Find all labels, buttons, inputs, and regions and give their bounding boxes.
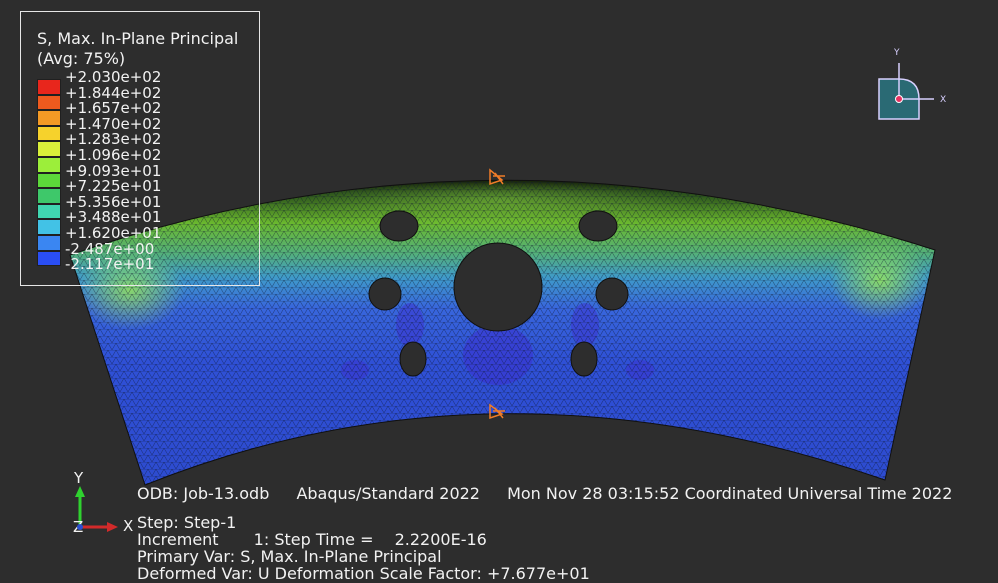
view-cube[interactable]: Y X (868, 46, 958, 126)
legend-value: -2.117e+01 (65, 255, 155, 274)
legend-swatch (37, 188, 61, 204)
legend-swatch (37, 219, 61, 235)
triad-x-label: X (123, 517, 133, 535)
deformed-variable: Deformed Var: U Deformation Scale Factor… (137, 564, 590, 583)
legend-values: +2.030e+02 +1.844e+02 +1.657e+02 +1.470e+02… (65, 69, 161, 274)
view-cube-origin (895, 95, 903, 103)
legend-swatch (37, 125, 61, 142)
step-time: 2.2200E-16 (394, 530, 487, 549)
legend-swatch (37, 172, 61, 189)
legend-swatch (37, 110, 61, 126)
increment-value: 1: Step Time = (253, 530, 374, 549)
legend-swatch (37, 250, 61, 267)
axis-triad: Y Z X (73, 470, 133, 536)
contour-legend[interactable]: S, Max. In-Plane Principal (Avg: 75%) +2… (20, 11, 260, 286)
legend-swatch (37, 141, 61, 157)
timestamp: Mon Nov 28 03:15:52 Coordinated Universa… (507, 484, 953, 503)
odb-info-line: ODB: Job-13.odb Abaqus/Standard 2022 Mon… (137, 485, 952, 502)
legend-swatch (37, 203, 61, 220)
viewport[interactable]: S, Max. In-Plane Principal (Avg: 75%) +2… (0, 0, 998, 583)
legend-swatch (37, 94, 61, 111)
view-cube-x-label: X (940, 95, 946, 105)
legend-title: S, Max. In-Plane Principal (37, 29, 239, 48)
legend-swatches (37, 79, 61, 267)
primary-variable: Primary Var: S, Max. In-Plane Principal (137, 547, 442, 566)
legend-swatch (37, 234, 61, 251)
increment-label: Increment (137, 530, 219, 549)
view-cube-y-label: Y (893, 48, 900, 58)
legend-swatch (37, 156, 61, 173)
step-name: Step: Step-1 (137, 513, 237, 532)
solver-version: Abaqus/Standard 2022 (296, 484, 480, 503)
triad-y-label: Y (73, 470, 84, 487)
legend-subtitle: (Avg: 75%) (37, 49, 126, 68)
odb-name: ODB: Job-13.odb (137, 484, 270, 503)
increment-line: Increment 1: Step Time = 2.2200E-16 (137, 531, 487, 548)
legend-swatch (37, 79, 61, 95)
